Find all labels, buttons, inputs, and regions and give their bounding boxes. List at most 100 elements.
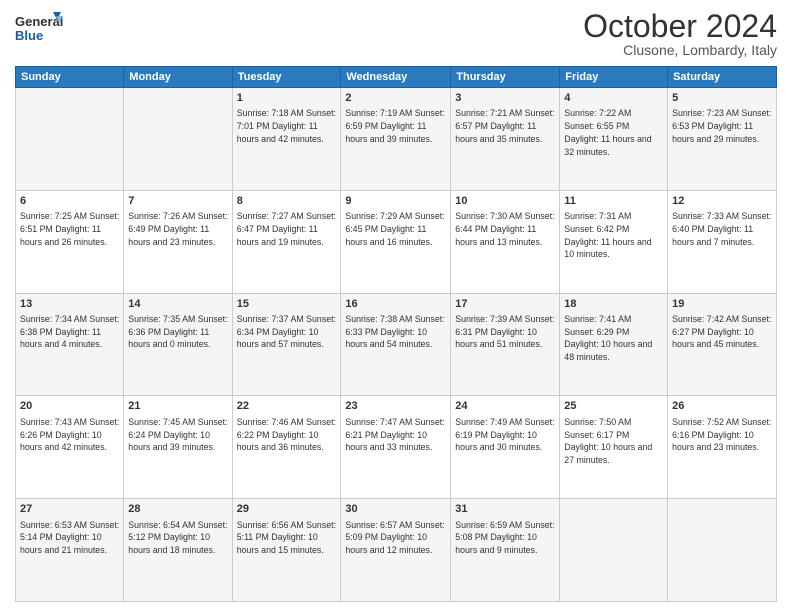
cell-week3-day6: 18Sunrise: 7:41 AM Sunset: 6:29 PM Dayli… xyxy=(560,293,668,396)
day-number: 15 xyxy=(237,297,337,312)
header-friday: Friday xyxy=(560,67,668,88)
day-number: 6 xyxy=(20,194,119,209)
cell-week1-day5: 3Sunrise: 7:21 AM Sunset: 6:57 PM Daylig… xyxy=(451,88,560,191)
day-number: 13 xyxy=(20,297,119,312)
cell-week1-day1 xyxy=(16,88,124,191)
header-sunday: Sunday xyxy=(16,67,124,88)
day-info: Sunrise: 7:47 AM Sunset: 6:21 PM Dayligh… xyxy=(345,416,446,454)
cell-week1-day4: 2Sunrise: 7:19 AM Sunset: 6:59 PM Daylig… xyxy=(341,88,451,191)
day-number: 29 xyxy=(237,502,337,517)
day-info: Sunrise: 7:38 AM Sunset: 6:33 PM Dayligh… xyxy=(345,313,446,351)
day-number: 25 xyxy=(564,399,663,414)
cell-week5-day3: 29 Sunrise: 6:56 AM Sunset: 5:11 PM Dayli… xyxy=(232,499,341,602)
day-info: Sunrise: 7:29 AM Sunset: 6:45 PM Dayligh… xyxy=(345,210,446,248)
day-number: 26 xyxy=(672,399,772,414)
day-info: Sunrise: 7:27 AM Sunset: 6:47 PM Dayligh… xyxy=(237,210,337,248)
day-info: Sunrise: 7:18 AM Sunset: 7:01 PM Dayligh… xyxy=(237,107,337,145)
day-number: 10 xyxy=(455,194,555,209)
day-info: Sunrise: 7:34 AM Sunset: 6:38 PM Dayligh… xyxy=(20,313,119,351)
day-number: 19 xyxy=(672,297,772,312)
day-info: Sunrise: 7:31 AM Sunset: 6:42 PM Dayligh… xyxy=(564,210,663,261)
day-number: 20 xyxy=(20,399,119,414)
day-info: Sunrise: 6:57 AM Sunset: 5:09 PM Dayligh… xyxy=(345,519,446,557)
day-info: Sunrise: 7:35 AM Sunset: 6:36 PM Dayligh… xyxy=(128,313,227,351)
cell-week2-day7: 12Sunrise: 7:33 AM Sunset: 6:40 PM Dayli… xyxy=(668,190,777,293)
cell-week5-day7 xyxy=(668,499,777,602)
day-info: Sunrise: 7:39 AM Sunset: 6:31 PM Dayligh… xyxy=(455,313,555,351)
header-monday: Monday xyxy=(124,67,232,88)
day-number: 16 xyxy=(345,297,446,312)
day-number: 9 xyxy=(345,194,446,209)
cell-week5-day1: 27 Sunrise: 6:53 AM Sunset: 5:14 PM Dayli… xyxy=(16,499,124,602)
cell-week1-day7: 5Sunrise: 7:23 AM Sunset: 6:53 PM Daylig… xyxy=(668,88,777,191)
day-number: 28 xyxy=(128,502,227,517)
day-info: Sunrise: 7:52 AM Sunset: 6:16 PM Dayligh… xyxy=(672,416,772,454)
calendar-table: SundayMondayTuesdayWednesdayThursdayFrid… xyxy=(15,66,777,602)
day-number: 14 xyxy=(128,297,227,312)
cell-week1-day3: 1Sunrise: 7:18 AM Sunset: 7:01 PM Daylig… xyxy=(232,88,341,191)
day-number: 1 xyxy=(237,91,337,106)
svg-text:Blue: Blue xyxy=(15,28,43,43)
day-number: 5 xyxy=(672,91,772,106)
day-number: 21 xyxy=(128,399,227,414)
location-subtitle: Clusone, Lombardy, Italy xyxy=(583,42,777,58)
cell-week5-day6 xyxy=(560,499,668,602)
day-info: Sunrise: 7:43 AM Sunset: 6:26 PM Dayligh… xyxy=(20,416,119,454)
day-info: Sunrise: 7:49 AM Sunset: 6:19 PM Dayligh… xyxy=(455,416,555,454)
cell-week3-day2: 14Sunrise: 7:35 AM Sunset: 6:36 PM Dayli… xyxy=(124,293,232,396)
day-number: 17 xyxy=(455,297,555,312)
month-title: October 2024 xyxy=(583,10,777,42)
cell-week5-day4: 30Sunrise: 6:57 AM Sunset: 5:09 PM Dayli… xyxy=(341,499,451,602)
cell-week3-day3: 15Sunrise: 7:37 AM Sunset: 6:34 PM Dayli… xyxy=(232,293,341,396)
day-info: Sunrise: 7:33 AM Sunset: 6:40 PM Dayligh… xyxy=(672,210,772,248)
cell-week3-day4: 16Sunrise: 7:38 AM Sunset: 6:33 PM Dayli… xyxy=(341,293,451,396)
cell-week5-day5: 31Sunrise: 6:59 AM Sunset: 5:08 PM Dayli… xyxy=(451,499,560,602)
cell-week2-day3: 8Sunrise: 7:27 AM Sunset: 6:47 PM Daylig… xyxy=(232,190,341,293)
day-info: Sunrise: 7:22 AM Sunset: 6:55 PM Dayligh… xyxy=(564,107,663,158)
cell-week2-day1: 6Sunrise: 7:25 AM Sunset: 6:51 PM Daylig… xyxy=(16,190,124,293)
day-number: 12 xyxy=(672,194,772,209)
day-info: Sunrise: 7:37 AM Sunset: 6:34 PM Dayligh… xyxy=(237,313,337,351)
day-number: 3 xyxy=(455,91,555,106)
day-info: Sunrise: 7:42 AM Sunset: 6:27 PM Dayligh… xyxy=(672,313,772,351)
header-saturday: Saturday xyxy=(668,67,777,88)
day-info: Sunrise: 7:26 AM Sunset: 6:49 PM Dayligh… xyxy=(128,210,227,248)
cell-week4-day1: 20 Sunrise: 7:43 AM Sunset: 6:26 PM Dayli… xyxy=(16,396,124,499)
day-number: 8 xyxy=(237,194,337,209)
day-info: Sunrise: 6:53 AM Sunset: 5:14 PM Dayligh… xyxy=(20,519,119,557)
day-number: 11 xyxy=(564,194,663,209)
day-number: 23 xyxy=(345,399,446,414)
day-number: 27 xyxy=(20,502,119,517)
day-info: Sunrise: 6:59 AM Sunset: 5:08 PM Dayligh… xyxy=(455,519,555,557)
cell-week4-day4: 23 Sunrise: 7:47 AM Sunset: 6:21 PM Dayli… xyxy=(341,396,451,499)
day-number: 7 xyxy=(128,194,227,209)
cell-week3-day5: 17Sunrise: 7:39 AM Sunset: 6:31 PM Dayli… xyxy=(451,293,560,396)
day-number: 2 xyxy=(345,91,446,106)
day-info: Sunrise: 7:23 AM Sunset: 6:53 PM Dayligh… xyxy=(672,107,772,145)
day-info: Sunrise: 7:41 AM Sunset: 6:29 PM Dayligh… xyxy=(564,313,663,364)
title-area: October 2024 Clusone, Lombardy, Italy xyxy=(583,10,777,58)
cell-week5-day2: 28 Sunrise: 6:54 AM Sunset: 5:12 PM Dayli… xyxy=(124,499,232,602)
cell-week4-day7: 26 Sunrise: 7:52 AM Sunset: 6:16 PM Dayli… xyxy=(668,396,777,499)
cell-week2-day6: 11Sunrise: 7:31 AM Sunset: 6:42 PM Dayli… xyxy=(560,190,668,293)
day-info: Sunrise: 7:21 AM Sunset: 6:57 PM Dayligh… xyxy=(455,107,555,145)
day-info: Sunrise: 6:56 AM Sunset: 5:11 PM Dayligh… xyxy=(237,519,337,557)
cell-week4-day5: 24Sunrise: 7:49 AM Sunset: 6:19 PM Dayli… xyxy=(451,396,560,499)
day-info: Sunrise: 7:19 AM Sunset: 6:59 PM Dayligh… xyxy=(345,107,446,145)
day-info: Sunrise: 6:54 AM Sunset: 5:12 PM Dayligh… xyxy=(128,519,227,557)
day-info: Sunrise: 7:50 AM Sunset: 6:17 PM Dayligh… xyxy=(564,416,663,467)
cell-week2-day2: 7Sunrise: 7:26 AM Sunset: 6:49 PM Daylig… xyxy=(124,190,232,293)
cell-week2-day5: 10Sunrise: 7:30 AM Sunset: 6:44 PM Dayli… xyxy=(451,190,560,293)
day-info: Sunrise: 7:46 AM Sunset: 6:22 PM Dayligh… xyxy=(237,416,337,454)
header-wednesday: Wednesday xyxy=(341,67,451,88)
day-number: 18 xyxy=(564,297,663,312)
header-tuesday: Tuesday xyxy=(232,67,341,88)
cell-week2-day4: 9Sunrise: 7:29 AM Sunset: 6:45 PM Daylig… xyxy=(341,190,451,293)
day-info: Sunrise: 7:45 AM Sunset: 6:24 PM Dayligh… xyxy=(128,416,227,454)
logo-svg: General Blue xyxy=(15,10,65,52)
cell-week4-day6: 25 Sunrise: 7:50 AM Sunset: 6:17 PM Dayli… xyxy=(560,396,668,499)
cell-week1-day6: 4Sunrise: 7:22 AM Sunset: 6:55 PM Daylig… xyxy=(560,88,668,191)
day-number: 22 xyxy=(237,399,337,414)
header-thursday: Thursday xyxy=(451,67,560,88)
cell-week1-day2 xyxy=(124,88,232,191)
